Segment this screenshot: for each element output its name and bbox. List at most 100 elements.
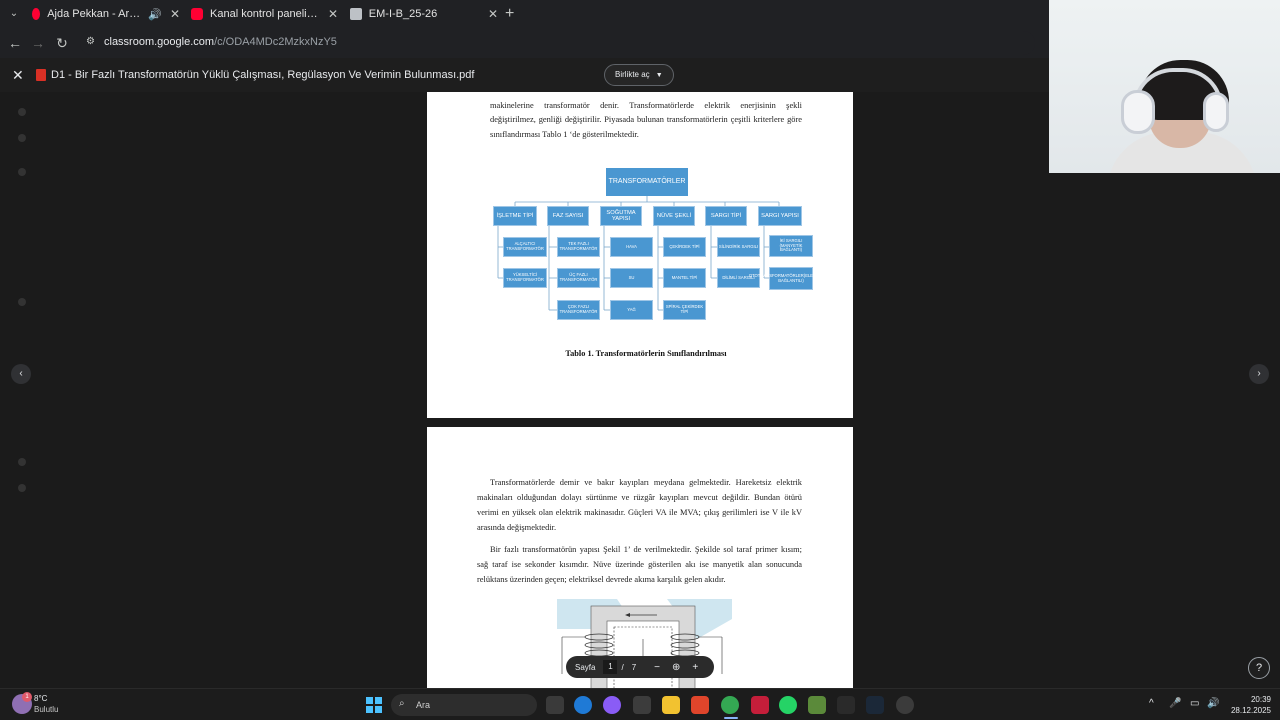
document-title: D1 - Bir Fazlı Transformatörün Yüklü Çal…	[51, 69, 475, 81]
home-icon	[18, 108, 26, 116]
windows-taskbar: 1 8°C Bulutlu ⌕ Ara ^ 🎤 ▭ 🔊 20:39 28.12.…	[0, 688, 1280, 720]
chrome-icon[interactable]	[721, 696, 739, 714]
url-text: classroom.google.com/c/ODA4MDc2MzkxNzY5	[104, 36, 337, 48]
start-button[interactable]	[366, 697, 382, 713]
site-info-icon[interactable]: ⚙	[86, 36, 95, 47]
edge-icon[interactable]	[574, 696, 592, 714]
diagram-leaf-node: ALÇALTICI TRANSFORMATÖR	[503, 237, 547, 257]
diagram-leaf-node: SİLİNDİRİK SARGILI	[717, 237, 760, 257]
diagram-leaf-node: SPİRAL ÇEKİRDEK TİPİ	[663, 300, 706, 320]
diagram-leaf-node: YÜKSELTİCİ TRANSFORMATÖR	[503, 268, 547, 288]
page-label: Sayfa	[575, 662, 596, 672]
diagram-category-node: NÜVE ŞEKLİ	[653, 206, 695, 226]
diagram-root-node: TRANSFORMATÖRLER	[606, 168, 688, 196]
close-tab-icon[interactable]: ✕	[488, 7, 498, 21]
clock-date: 28.12.2025	[1230, 706, 1271, 715]
calendar-icon	[18, 134, 26, 142]
paragraph-line: makinaları olduğundan dolayı sürtünme ve…	[477, 493, 802, 502]
pdf-file-icon	[36, 69, 46, 81]
store-icon[interactable]	[633, 696, 651, 714]
diagram-leaf-node: ÇOK FAZLI TRANSFORMATÖR	[557, 300, 600, 320]
zoom-icon[interactable]: ⊕	[672, 662, 680, 673]
address-bar[interactable]: ⚙ classroom.google.com/c/ODA4MDc2MzkxNzY…	[80, 31, 1035, 55]
settings-icon	[18, 484, 26, 492]
reload-button[interactable]: ↻	[53, 34, 71, 52]
zoom-out-button[interactable]: −	[654, 662, 660, 673]
diagram-leaf-node: TEK FAZLI TRANSFORMATÖR	[557, 237, 600, 257]
tab-search-icon[interactable]: ⌄	[6, 6, 22, 22]
search-placeholder: Ara	[416, 700, 431, 710]
new-tab-button[interactable]: +	[505, 5, 514, 23]
app-icon-circle[interactable]	[896, 696, 914, 714]
diagram-category-node: İŞLETME TİPİ	[493, 206, 537, 226]
courses-icon	[18, 168, 26, 176]
epic-games-icon[interactable]	[837, 696, 855, 714]
paragraph-line: verimi en yüksek olan elektrik makinasıd…	[477, 508, 802, 517]
headphone-right	[1203, 92, 1229, 132]
tab-em-i-b[interactable]: EM-I-B_25-26 ✕	[350, 2, 498, 26]
tab-title: EM-I-B_25-26	[368, 8, 438, 20]
url-path: /c/ODA4MDc2MzkxNzY5	[214, 36, 337, 48]
previous-file-button[interactable]: ‹	[11, 364, 31, 384]
youtube-studio-icon	[191, 8, 203, 20]
pdf-page-2: Transformatörlerde demir ve bakır kayıpl…	[427, 427, 853, 688]
close-tab-icon[interactable]: ✕	[328, 7, 338, 21]
tab-youtube-studio[interactable]: Kanal kontrol paneli - YouTube ✕	[191, 2, 339, 26]
diagram-category-node: SOĞUTMA YAPISI	[600, 206, 642, 226]
dropdown-caret-icon: ▼	[655, 72, 663, 79]
diagram-leaf-node: MANTEL TİPİ	[663, 268, 706, 288]
network-icon[interactable]: ▭	[1190, 698, 1199, 709]
brave-icon[interactable]	[691, 696, 709, 714]
taskbar-search[interactable]: ⌕ Ara	[391, 694, 537, 716]
search-icon: ⌕	[399, 698, 405, 709]
system-clock[interactable]: 20:39 28.12.2025	[1227, 694, 1271, 716]
diagram-leaf-node: OTOTRANSFORMATÖRLER(ELEKTRİKSEL BAĞLANTI…	[749, 267, 833, 290]
windows-logo-tile	[375, 697, 382, 704]
webcam-overlay	[1049, 0, 1280, 173]
active-app-indicator	[724, 717, 738, 719]
audio-playing-icon[interactable]: 🔊	[148, 8, 162, 21]
tab-ajda-pekkan[interactable]: Ajda Pekkan - Arada Sırada 🔊 ✕	[32, 2, 180, 26]
next-file-button[interactable]: ›	[1249, 364, 1269, 384]
diagram-leaf-node: YAĞ	[610, 300, 653, 320]
browser-toolbar: ← → ↻ ⚙ classroom.google.com/c/ODA4MDc2M…	[0, 28, 1050, 58]
volume-icon[interactable]: 🔊	[1207, 698, 1219, 709]
total-pages: 7	[631, 662, 637, 672]
diagram-leaf-node: SU	[610, 268, 653, 288]
whatsapp-icon[interactable]	[779, 696, 797, 714]
page-separator: /	[621, 662, 624, 672]
diagram-category-node: FAZ SAYISI	[547, 206, 589, 226]
microphone-icon[interactable]: 🎤	[1169, 698, 1181, 709]
table-caption: Tablo 1. Transformatörlerin Sınıflandırı…	[565, 349, 727, 358]
archive-icon	[18, 298, 26, 306]
weather-temperature[interactable]: 8°C	[34, 694, 47, 703]
classroom-icon	[350, 8, 362, 20]
pdf-page-1: makinelerine transformatör denir. Transf…	[427, 92, 853, 418]
app-icon-red[interactable]	[751, 696, 769, 714]
open-with-label: Birlikte aç	[615, 70, 650, 79]
help-button[interactable]: ?	[1248, 657, 1270, 679]
task-view-icon[interactable]	[546, 696, 564, 714]
windows-logo-tile	[366, 706, 373, 713]
close-viewer-icon[interactable]: ✕	[12, 67, 24, 84]
paragraph-line: Transformatörlerde demir ve bakır kayıpl…	[490, 478, 802, 487]
open-with-button[interactable]: Birlikte aç ▼	[604, 64, 674, 86]
paragraph-line: arasında değişmektedir.	[477, 523, 557, 532]
show-hidden-icons-chevron[interactable]: ^	[1149, 698, 1154, 709]
url-domain: classroom.google.com	[104, 36, 215, 48]
windows-logo-tile	[366, 697, 373, 704]
file-explorer-icon[interactable]	[662, 696, 680, 714]
diagram-leaf-node: HAVA	[610, 237, 653, 257]
weather-condition[interactable]: Bulutlu	[34, 705, 58, 714]
archived-classes-icon	[18, 458, 26, 466]
paragraph-line: Bir fazlı transformatörün yapısı Şekil 1…	[490, 545, 802, 554]
forward-button[interactable]: →	[29, 34, 47, 52]
steam-icon[interactable]	[866, 696, 884, 714]
app-icon-green[interactable]	[808, 696, 826, 714]
notification-badge: 1	[22, 692, 32, 702]
current-page-input[interactable]: 1	[603, 660, 618, 674]
copilot-icon[interactable]	[603, 696, 621, 714]
zoom-in-button[interactable]: +	[692, 662, 698, 673]
close-tab-icon[interactable]: ✕	[170, 7, 180, 21]
back-button[interactable]: ←	[6, 34, 24, 52]
